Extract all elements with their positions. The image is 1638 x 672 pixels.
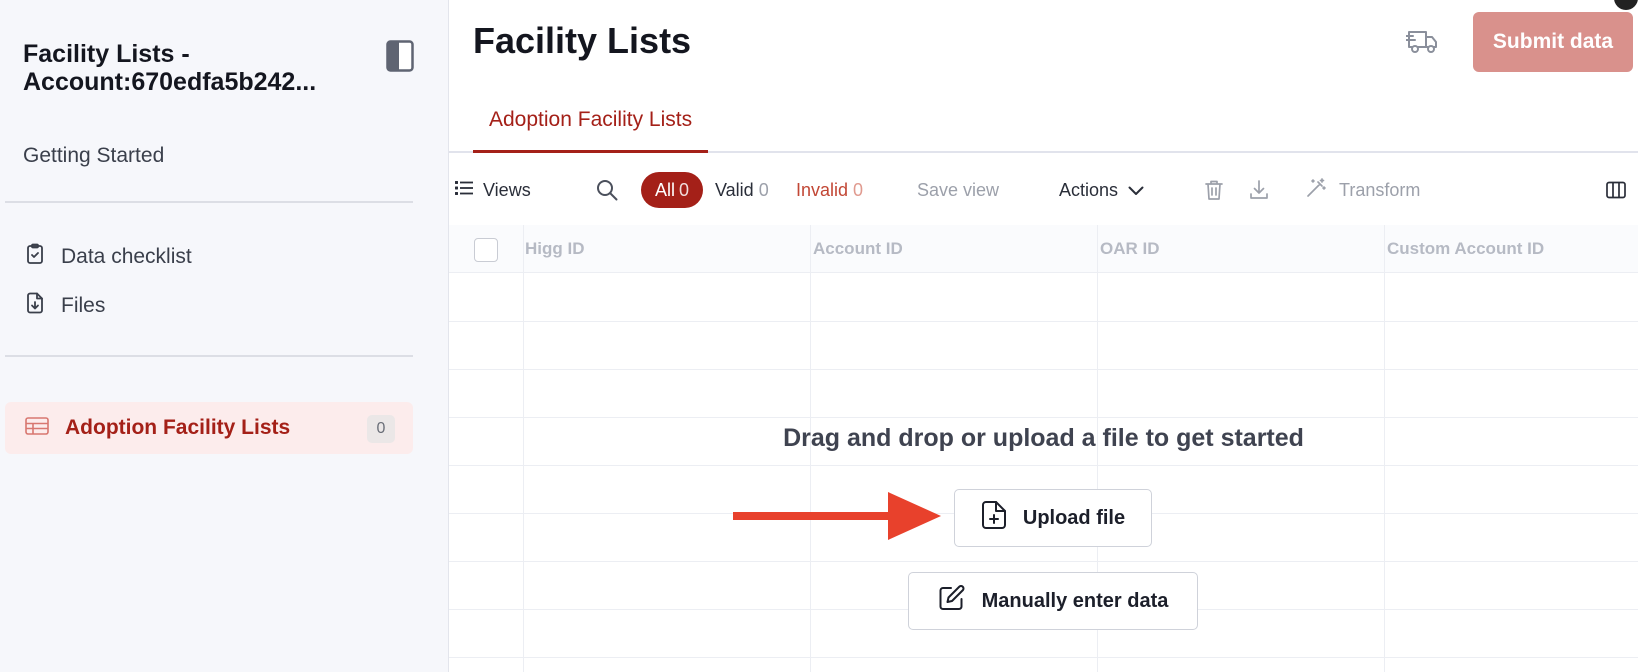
grid-row-divider bbox=[449, 561, 1638, 562]
chevron-down-icon bbox=[1128, 180, 1144, 201]
file-plus-icon bbox=[981, 500, 1007, 536]
tab-adoption-facility-lists[interactable]: Adoption Facility Lists bbox=[473, 96, 709, 153]
download-icon[interactable] bbox=[1249, 155, 1269, 225]
grid-row-divider bbox=[449, 465, 1638, 466]
column-header-account-id[interactable]: Account ID bbox=[813, 239, 903, 259]
empty-state-message: Drag and drop or upload a file to get st… bbox=[783, 424, 1304, 452]
file-download-icon bbox=[23, 291, 47, 321]
table-icon bbox=[25, 416, 49, 441]
columns-icon[interactable] bbox=[1606, 155, 1626, 225]
actions-label: Actions bbox=[1059, 179, 1119, 200]
sheet-tabs: Adoption Facility Lists bbox=[449, 96, 1638, 153]
grid-row-divider bbox=[449, 657, 1638, 658]
column-header-custom-account-id[interactable]: Custom Account ID bbox=[1387, 239, 1544, 259]
filter-all-count: 0 bbox=[679, 179, 690, 200]
views-label: Views bbox=[483, 179, 531, 200]
manually-enter-data-button[interactable]: Manually enter data bbox=[908, 572, 1198, 630]
manually-enter-data-label: Manually enter data bbox=[981, 589, 1169, 612]
sidebar-item-files[interactable]: Files bbox=[23, 291, 105, 321]
submit-data-button[interactable]: Submit data bbox=[1473, 12, 1633, 72]
actions-dropdown[interactable]: Actions bbox=[1059, 155, 1144, 225]
filter-invalid-count: 0 bbox=[853, 179, 864, 200]
grid-row-divider bbox=[449, 321, 1638, 322]
filter-valid-count: 0 bbox=[758, 179, 769, 200]
sidebar-getting-started[interactable]: Getting Started bbox=[23, 144, 164, 168]
list-icon bbox=[455, 180, 473, 201]
magic-wand-icon bbox=[1305, 177, 1327, 204]
grid-row-divider bbox=[449, 417, 1638, 418]
truck-icon[interactable] bbox=[1405, 24, 1440, 58]
upload-file-button[interactable]: Upload file bbox=[954, 489, 1152, 547]
save-view-button[interactable]: Save view bbox=[917, 155, 999, 225]
sidebar-item-label: Adoption Facility Lists bbox=[65, 416, 291, 439]
filter-all-pill[interactable]: All 0 bbox=[641, 155, 704, 225]
column-header-oar-id[interactable]: OAR ID bbox=[1100, 239, 1160, 259]
select-all-checkbox[interactable] bbox=[474, 238, 498, 262]
sidebar-item-data-checklist[interactable]: Data checklist bbox=[23, 242, 192, 272]
upload-file-label: Upload file bbox=[1022, 506, 1126, 529]
trash-icon[interactable] bbox=[1204, 155, 1224, 225]
filter-valid[interactable]: Valid 0 bbox=[715, 155, 769, 225]
sidebar-item-label: Data checklist bbox=[61, 245, 192, 268]
clipboard-check-icon bbox=[23, 242, 47, 272]
sidebar-divider bbox=[5, 355, 413, 357]
arrow-annotation-icon bbox=[733, 492, 941, 540]
grid-header: Higg ID Account ID OAR ID Custom Account… bbox=[449, 225, 1638, 273]
filter-all-label: All bbox=[655, 179, 676, 200]
views-button[interactable]: Views bbox=[455, 155, 531, 225]
column-header-higg-id[interactable]: Higg ID bbox=[525, 239, 585, 259]
corner-indicator bbox=[1614, 0, 1638, 10]
sheet-count-badge: 0 bbox=[367, 415, 395, 443]
search-icon[interactable] bbox=[596, 155, 618, 225]
sidebar: Facility Lists - Account:670edfa5b242...… bbox=[0, 0, 449, 672]
sidebar-title: Facility Lists - Account:670edfa5b242... bbox=[23, 40, 317, 96]
page-title: Facility Lists bbox=[473, 20, 692, 61]
grid-row-divider bbox=[449, 369, 1638, 370]
filter-invalid[interactable]: Invalid 0 bbox=[796, 155, 863, 225]
edit-icon bbox=[938, 584, 966, 618]
sidebar-toggle-icon[interactable] bbox=[386, 40, 414, 72]
filter-invalid-label: Invalid bbox=[796, 179, 849, 200]
sidebar-divider bbox=[5, 201, 413, 203]
transform-button[interactable]: Transform bbox=[1305, 155, 1420, 225]
sidebar-item-adoption-facility-lists[interactable]: Adoption Facility Lists 0 bbox=[5, 402, 413, 454]
filter-valid-label: Valid bbox=[715, 179, 754, 200]
toolbar: Views All 0 Valid 0 Invalid 0 Save view … bbox=[449, 155, 1638, 225]
transform-label: Transform bbox=[1339, 179, 1421, 200]
sidebar-item-label: Files bbox=[61, 294, 106, 317]
